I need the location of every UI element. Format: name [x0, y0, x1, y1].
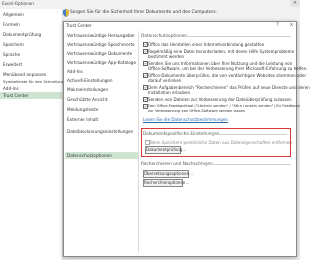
- sidebar-item-trust-center[interactable]: Trust Center: [3, 93, 29, 98]
- options-sidebar: Allgemein Formeln Dokumentprüfung Speich…: [0, 9, 69, 260]
- shield-icon: [63, 9, 69, 17]
- nav-item-externer-inhalt[interactable]: Externer Inhalt: [67, 117, 98, 122]
- dialog-title: Trust Center: [66, 23, 92, 28]
- option-label: zur Verbesserung von Office-Software sen…: [148, 109, 246, 113]
- sidebar-item-dokumentpruefung[interactable]: Dokumentprüfung: [3, 32, 41, 37]
- sidebar-item-formeln[interactable]: Formeln: [3, 22, 20, 27]
- option-label: Installation erlauben: [148, 90, 191, 95]
- privacy-section-header: Datenschutzoptionen: [141, 34, 293, 39]
- nav-item-dokumente[interactable]: Vertrauenswürdige Dokumente: [67, 51, 132, 56]
- trust-center-nav: Vertrauenswürdige Herausgeber Vertrauens…: [65, 31, 139, 253]
- nav-item-herausgeber[interactable]: Vertrauenswürdige Herausgeber: [67, 33, 135, 38]
- nav-item-speicherorte[interactable]: Vertrauenswürdige Speicherorte: [67, 42, 135, 47]
- research-section-header: Recherchieren und Nachschlagen: [141, 162, 293, 167]
- privacy-statement-link[interactable]: Lesen Sie die Datenschutzbestimmungen: [143, 117, 228, 122]
- nav-item-meldungsleiste[interactable]: Meldungsleiste: [67, 107, 98, 112]
- sidebar-item-schnellzugriff[interactable]: Symbolleiste für den Schnellzugriff: [3, 79, 69, 84]
- section-divider: [205, 134, 287, 135]
- sidebar-item-speichern[interactable]: Speichern: [3, 42, 24, 47]
- nav-item-dateiblockierung[interactable]: Dateiblockierungseinstellungen: [67, 129, 133, 134]
- sidebar-item-addins[interactable]: Add-Ins: [3, 86, 19, 91]
- nav-item-addins[interactable]: Add-Ins: [67, 69, 83, 74]
- section-divider: [185, 36, 291, 37]
- section-divider: [199, 164, 291, 165]
- nav-item-activex[interactable]: ActiveX-Einstellungen: [67, 78, 113, 83]
- sidebar-item-sprache[interactable]: Sprache: [3, 52, 20, 57]
- option-label: Office-Software, um bei der Verbesserung…: [148, 66, 308, 71]
- close-icon[interactable]: ×: [290, 0, 300, 7]
- nav-item-app-kataloge[interactable]: Vertrauenswürdige App-Kataloge: [67, 60, 136, 65]
- remove-personal-info-label: Beim Speichern persönliche Daten aus Dat…: [150, 140, 292, 145]
- trust-center-dialog: Trust Center ? x Vertrauenswürdige Herau…: [63, 21, 310, 257]
- option-label: Office das Herstellen einer Internetverb…: [148, 42, 265, 47]
- nav-item-datenschutz[interactable]: Datenschutzoptionen: [67, 153, 112, 158]
- document-section-header: Dokumentspezifische Einstellungen: [143, 132, 289, 137]
- option-label: Senden von Dateien zur Verbesserung der …: [148, 97, 292, 102]
- privacy-section-title: Datenschutzoptionen: [141, 34, 187, 39]
- option-label: Den Office-Feedbacktool ("Lächeln senden…: [148, 104, 300, 108]
- security-header: Sorgen Sie für die Sicherheit Ihrer Doku…: [70, 10, 218, 15]
- translation-options-button[interactable]: Übersetzungsoptionen...: [143, 170, 193, 178]
- dialog-close-icon[interactable]: x: [287, 22, 296, 28]
- sidebar-item-menueband[interactable]: Menüband anpassen: [3, 72, 46, 77]
- help-icon[interactable]: ?: [276, 22, 279, 28]
- document-inspector-button[interactable]: Dokumentprüfung...: [145, 146, 186, 154]
- nav-item-geschuetzte-ansicht[interactable]: Geschützte Ansicht: [67, 97, 107, 102]
- option-label: darauf verlinken: [148, 78, 182, 83]
- window-title: Excel-Optionen: [2, 1, 34, 6]
- option-label: bestimmt werden: [148, 54, 185, 59]
- nav-item-makro[interactable]: Makroeinstellungen: [67, 87, 108, 92]
- sidebar-item-erweitert[interactable]: Erweitert: [3, 62, 22, 67]
- research-options-button[interactable]: Recherchieroptionen...: [143, 179, 189, 187]
- sidebar-item-allgemein[interactable]: Allgemein: [3, 12, 24, 17]
